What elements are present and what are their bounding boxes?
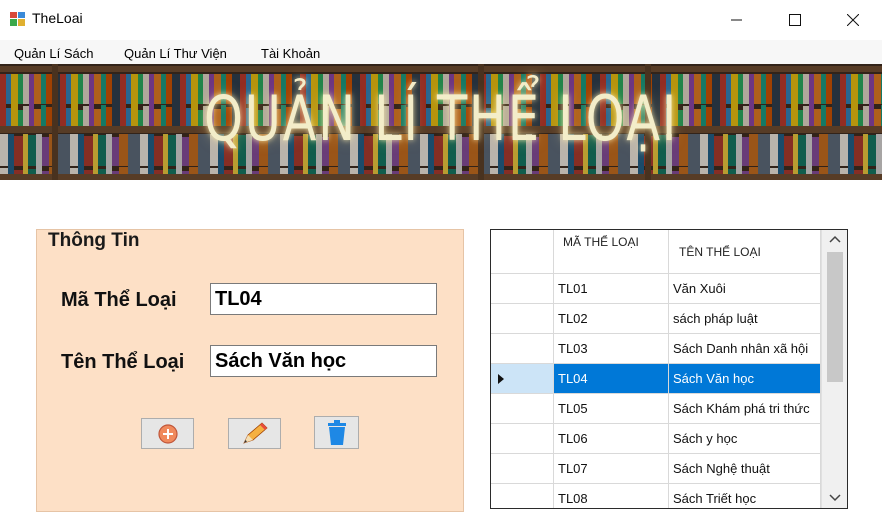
- cell-ten-the-loai[interactable]: Sách Nghệ thuật: [669, 454, 821, 484]
- cell-ten-the-loai[interactable]: Sách y học: [669, 424, 821, 454]
- add-icon: [157, 423, 178, 444]
- cell-ma-the-loai[interactable]: TL07: [554, 454, 669, 484]
- scroll-down-icon[interactable]: [822, 488, 848, 508]
- grid-corner-header: [491, 230, 554, 274]
- cell-ma-the-loai[interactable]: TL02: [554, 304, 669, 334]
- trash-icon: [327, 419, 346, 445]
- edit-button[interactable]: [228, 418, 281, 449]
- table-row[interactable]: TL07 Sách Nghệ thuật: [491, 454, 821, 484]
- scroll-thumb[interactable]: [827, 252, 843, 382]
- cell-ma-the-loai[interactable]: TL05: [554, 394, 669, 424]
- menu-quan-li-thu-vien[interactable]: Quản Lí Thư Viện: [124, 46, 227, 61]
- minimize-icon: [731, 19, 742, 21]
- table-row[interactable]: TL03 Sách Danh nhân xã hội: [491, 334, 821, 364]
- grid-vertical-scrollbar[interactable]: [821, 230, 847, 508]
- edit-pencil-icon: [242, 421, 268, 444]
- cell-ten-the-loai[interactable]: Sách Triết học: [669, 484, 821, 508]
- table-row[interactable]: TL02 sách pháp luật: [491, 304, 821, 334]
- menu-tai-khoan[interactable]: Tài Khoản: [261, 46, 320, 61]
- title-bar: TheLoai: [0, 0, 882, 40]
- cell-ma-the-loai[interactable]: TL08: [554, 484, 669, 508]
- close-button[interactable]: [824, 0, 882, 40]
- current-row-arrow-icon: [498, 374, 504, 384]
- header-banner: QUẢN LÍ THỂ LOẠI: [0, 64, 882, 180]
- row-header[interactable]: [491, 304, 554, 334]
- scroll-up-icon[interactable]: [822, 230, 848, 250]
- row-header[interactable]: [491, 334, 554, 364]
- header-ten-the-loai[interactable]: TÊN THỂ LOẠI: [669, 230, 821, 274]
- row-header[interactable]: [491, 454, 554, 484]
- minimize-button[interactable]: [708, 0, 766, 40]
- maximize-icon: [789, 14, 801, 26]
- cell-ma-the-loai[interactable]: TL03: [554, 334, 669, 364]
- row-header[interactable]: [491, 364, 554, 394]
- table-row[interactable]: TL06 Sách y học: [491, 424, 821, 454]
- table-row[interactable]: TL05 Sách Khám phá tri thức: [491, 394, 821, 424]
- ma-the-loai-input[interactable]: TL04: [210, 283, 437, 315]
- delete-button[interactable]: [314, 416, 359, 449]
- cell-ten-the-loai[interactable]: Sách Khám phá tri thức: [669, 394, 821, 424]
- cell-ma-the-loai[interactable]: TL06: [554, 424, 669, 454]
- row-header[interactable]: [491, 484, 554, 508]
- the-loai-grid[interactable]: MÃ THỂ LOẠI TÊN THỂ LOẠI TL01 Văn Xuôi TL0…: [490, 229, 848, 509]
- row-header[interactable]: [491, 274, 554, 304]
- cell-ten-the-loai[interactable]: sách pháp luật: [669, 304, 821, 334]
- ma-the-loai-label: Mã Thể Loại: [61, 289, 177, 311]
- window-title: TheLoai: [32, 10, 83, 26]
- table-row[interactable]: TL08 Sách Triết học: [491, 484, 821, 508]
- cell-ten-the-loai[interactable]: Sách Văn học: [669, 364, 821, 394]
- close-icon: [847, 14, 859, 26]
- ten-the-loai-label: Tên Thể Loại: [61, 351, 185, 373]
- groupbox-legend: Thông Tin: [48, 230, 142, 252]
- maximize-button[interactable]: [766, 0, 824, 40]
- ten-the-loai-input[interactable]: Sách Văn học: [210, 345, 437, 377]
- cell-ten-the-loai[interactable]: Sách Danh nhân xã hội: [669, 334, 821, 364]
- table-row[interactable]: TL01 Văn Xuôi: [491, 274, 821, 304]
- banner-title: QUẢN LÍ THỂ LOẠI: [204, 82, 678, 155]
- table-row[interactable]: TL04 Sách Văn học: [491, 364, 821, 394]
- app-window-icon: [10, 12, 25, 26]
- add-button[interactable]: [141, 418, 194, 449]
- cell-ten-the-loai[interactable]: Văn Xuôi: [669, 274, 821, 304]
- header-ma-the-loai[interactable]: MÃ THỂ LOẠI: [554, 230, 669, 274]
- row-header[interactable]: [491, 394, 554, 424]
- cell-ma-the-loai[interactable]: TL01: [554, 274, 669, 304]
- cell-ma-the-loai[interactable]: TL04: [554, 364, 669, 394]
- menu-quan-li-sach[interactable]: Quản Lí Sách: [14, 46, 94, 61]
- row-header[interactable]: [491, 424, 554, 454]
